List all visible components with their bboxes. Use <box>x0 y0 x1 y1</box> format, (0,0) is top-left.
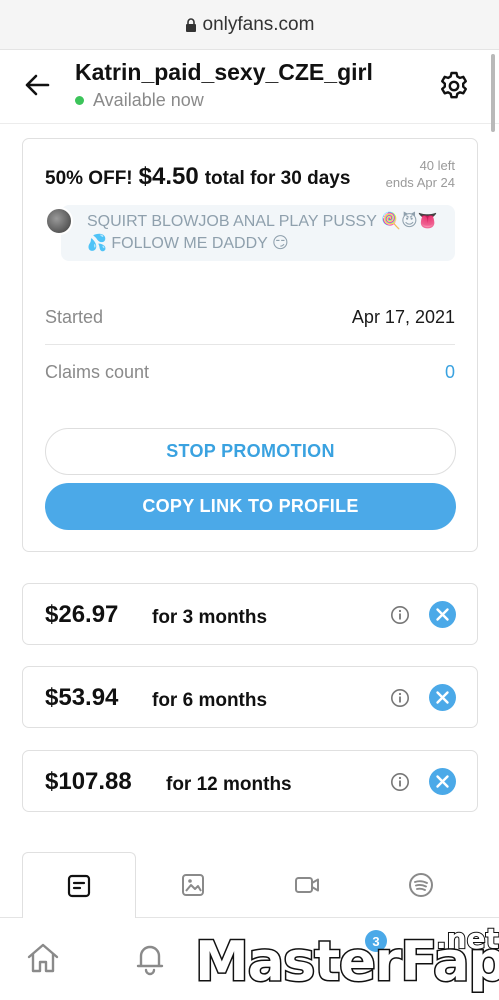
bundle-price: $107.88 <box>45 768 132 795</box>
tab-posts[interactable] <box>22 852 136 918</box>
bundle-duration: for 6 months <box>152 690 268 711</box>
started-row: Started Apr 17, 2021 <box>45 291 455 345</box>
posts-icon <box>67 874 91 897</box>
promotion-headline: 50% OFF! $4.50 total for 30 days <box>45 163 350 191</box>
watermark-suffix: .net <box>435 921 499 956</box>
browser-url-bar[interactable]: onlyfans.com <box>0 0 499 50</box>
online-dot-icon <box>75 96 84 105</box>
copy-link-button[interactable]: COPY LINK TO PROFILE <box>45 483 456 530</box>
bell-icon[interactable] <box>130 938 170 978</box>
subscription-bundle: $26.97 for 3 months <box>22 583 478 645</box>
videos-icon <box>295 877 319 893</box>
watermark: MasterFap .net <box>193 921 499 1000</box>
content-tabs <box>0 852 499 918</box>
claims-label: Claims count <box>45 361 150 382</box>
promotion-message: SQUIRT BLOWJOB ANAL PLAY PUSSY 🍭😈👅 💦 FOL… <box>61 205 455 261</box>
promotion-meta: 40 left ends Apr 24 <box>386 157 455 191</box>
tab-spotify[interactable] <box>364 852 478 918</box>
info-icon[interactable] <box>390 772 410 792</box>
promotion-price: $4.50 <box>138 163 199 190</box>
lock-icon <box>185 17 196 32</box>
bundle-price: $26.97 <box>45 601 119 628</box>
bundle-price: $53.94 <box>45 684 119 711</box>
started-value: Apr 17, 2021 <box>351 307 455 327</box>
photos-icon <box>182 874 204 896</box>
subscription-bundle: $107.88 for 12 months <box>22 750 478 812</box>
promotion-end-date: ends Apr 24 <box>385 175 455 190</box>
avatar <box>45 207 73 235</box>
home-icon[interactable] <box>23 938 63 978</box>
claims-row: Claims count 0 <box>45 345 455 399</box>
remove-bundle-icon[interactable] <box>429 684 456 711</box>
info-icon[interactable] <box>390 605 410 625</box>
back-arrow-icon[interactable] <box>22 70 52 100</box>
discount-label: 50% OFF! <box>45 168 133 189</box>
bundle-duration: for 12 months <box>166 774 292 795</box>
page-scrollbar[interactable] <box>491 54 495 132</box>
promotion-period: total for 30 days <box>204 168 351 189</box>
subscription-bundle: $53.94 for 6 months <box>22 666 478 728</box>
tab-videos[interactable] <box>250 852 364 918</box>
promotion-left-count: 40 left <box>419 158 455 173</box>
bundle-duration: for 3 months <box>152 607 268 628</box>
status-text: Available now <box>93 90 204 110</box>
claims-value[interactable]: 0 <box>445 362 455 383</box>
profile-header: Katrin_paid_sexy_CZE_girl Available now <box>0 50 499 124</box>
remove-bundle-icon[interactable] <box>429 768 456 795</box>
gear-icon[interactable] <box>438 70 470 102</box>
page-title: Katrin_paid_sexy_CZE_girl <box>75 59 373 85</box>
availability-status: Available now <box>75 90 204 111</box>
spotify-icon <box>409 873 433 897</box>
promotion-message-line: 💦 FOLLOW ME DADDY 😏 <box>87 235 289 252</box>
url-text: onlyfans.com <box>202 13 315 35</box>
info-icon[interactable] <box>390 688 410 708</box>
tab-photos[interactable] <box>136 852 250 918</box>
promotion-message-line: SQUIRT BLOWJOB ANAL PLAY PUSSY 🍭😈👅 <box>87 213 438 230</box>
promotion-card: 50% OFF! $4.50 total for 30 days 40 left… <box>22 138 478 552</box>
stop-promotion-button[interactable]: STOP PROMOTION <box>45 428 456 475</box>
started-label: Started <box>45 307 104 327</box>
remove-bundle-icon[interactable] <box>429 601 456 628</box>
